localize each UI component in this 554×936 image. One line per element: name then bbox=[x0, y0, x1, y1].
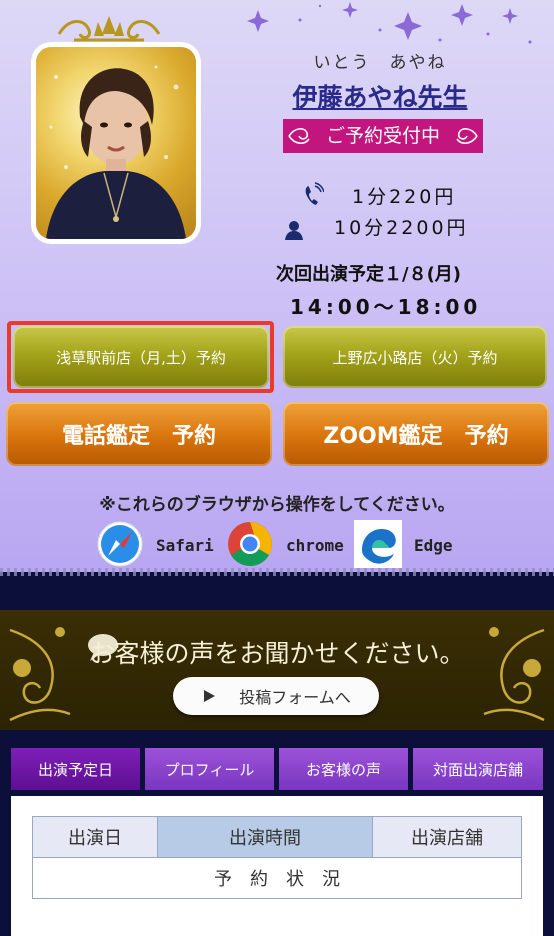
next-appearance-time: 14:00〜18:00 bbox=[290, 295, 482, 319]
profile-header: いとう あやね 伊藤あやね先生 ご予約受付中 1分220円 10分2200円 次… bbox=[0, 0, 554, 572]
zoom-reading-reserve-button[interactable]: ZOOM鑑定 予約 bbox=[283, 402, 549, 466]
tab-schedule[interactable]: 出演予定日 bbox=[11, 748, 140, 790]
tab-customer-voice-label: お客様の声 bbox=[305, 760, 381, 779]
flourish-left-icon bbox=[288, 128, 310, 144]
price-per-minute: 1分220円 bbox=[352, 186, 457, 208]
tab-in-person-stores-label: 対面出演店舗 bbox=[432, 760, 523, 779]
play-icon bbox=[204, 690, 216, 702]
safari-label: Safari bbox=[156, 536, 214, 555]
ueno-reserve-button[interactable]: 上野広小路店（火）予約 bbox=[283, 326, 547, 388]
next-appearance-date: 次回出演予定１/８(月) bbox=[276, 264, 462, 285]
safari-icon bbox=[97, 521, 143, 567]
phone-icon bbox=[305, 182, 324, 205]
tab-profile-label: プロフィール bbox=[164, 760, 255, 779]
edge-label: Edge bbox=[414, 536, 453, 555]
crown-ornament-icon bbox=[57, 16, 161, 42]
browser-notice: ※これらのブラウザから操作をしてください。 bbox=[99, 495, 455, 515]
tab-profile[interactable]: プロフィール bbox=[145, 748, 274, 790]
zoom-reading-reserve-label: ZOOM鑑定 予約 bbox=[323, 424, 509, 449]
portrait-image bbox=[46, 65, 186, 239]
teacher-name[interactable]: 伊藤あやね先生 bbox=[280, 78, 480, 114]
selection-highlight bbox=[7, 321, 274, 393]
tab-customer-voice[interactable]: お客様の声 bbox=[279, 748, 408, 790]
table-header-row: 出演日 出演時間 出演店舗 bbox=[32, 816, 522, 858]
schedule-table: 出演日 出演時間 出演店舗 予 約 状 況 bbox=[32, 816, 522, 899]
flourish-right-icon bbox=[456, 128, 478, 144]
header-time: 出演時間 bbox=[157, 816, 373, 858]
ueno-reserve-label: 上野広小路店（火）予約 bbox=[332, 348, 498, 367]
post-form-label: 投稿フォームへ bbox=[239, 688, 351, 707]
tab-schedule-label: 出演予定日 bbox=[37, 760, 113, 779]
table-row: 予 約 状 況 bbox=[32, 857, 522, 899]
post-form-button[interactable]: 投稿フォームへ bbox=[173, 677, 379, 715]
person-icon bbox=[285, 221, 303, 240]
dotted-divider bbox=[0, 568, 554, 576]
chrome-label: chrome bbox=[286, 536, 344, 555]
edge-icon bbox=[354, 520, 402, 568]
customer-voice-banner: お客様の声をお聞かせください。 投稿フォームへ bbox=[0, 610, 554, 730]
status-badge: ご予約受付中 bbox=[283, 119, 483, 153]
status-badge-label: ご予約受付中 bbox=[325, 125, 440, 147]
price-per-ten-minutes: 10分2200円 bbox=[334, 217, 469, 239]
teacher-name-kana: いとう あやね bbox=[313, 53, 447, 73]
profile-photo bbox=[33, 44, 199, 242]
header-store: 出演店舗 bbox=[372, 816, 522, 858]
phone-reading-reserve-button[interactable]: 電話鑑定 予約 bbox=[6, 402, 272, 466]
phone-reading-reserve-label: 電話鑑定 予約 bbox=[61, 424, 216, 449]
tab-in-person-stores[interactable]: 対面出演店舗 bbox=[413, 748, 543, 790]
customer-voice-title: お客様の声をお聞かせください。 bbox=[89, 639, 465, 668]
chrome-icon bbox=[228, 522, 272, 566]
header-date: 出演日 bbox=[32, 816, 158, 858]
reservation-status-cell: 予 約 状 況 bbox=[32, 857, 522, 899]
